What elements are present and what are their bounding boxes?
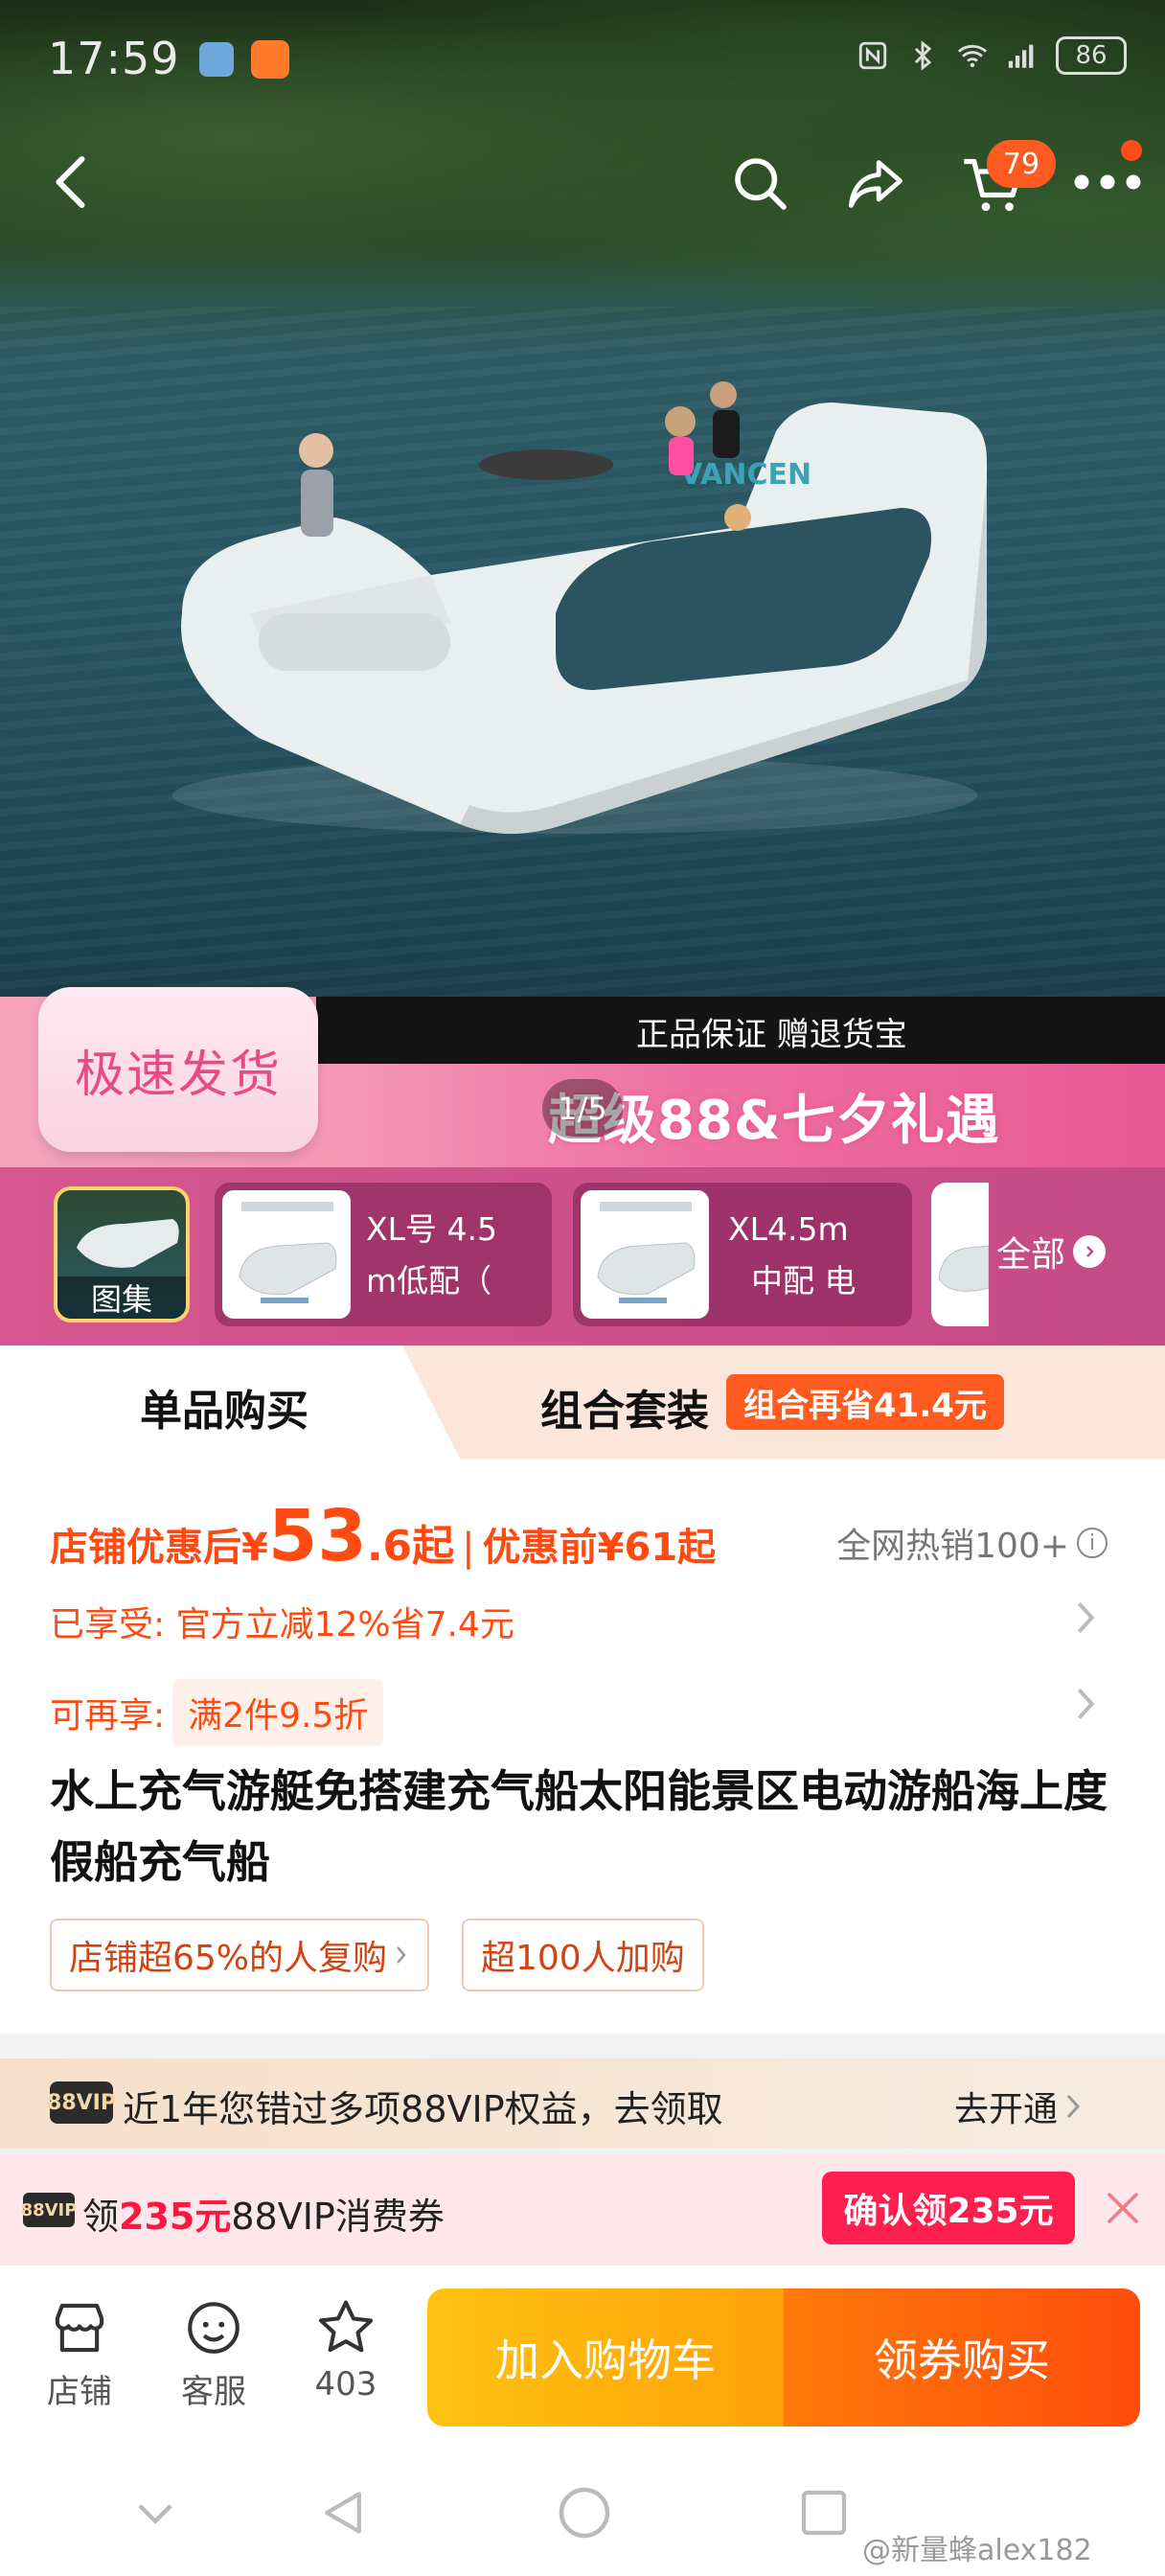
star-icon — [318, 2300, 374, 2353]
bluetooth-icon — [914, 40, 932, 71]
chat-app-icon — [251, 40, 289, 79]
repurchase-tag[interactable]: 店铺超65%的人复购 — [50, 1919, 430, 1991]
back-icon[interactable] — [48, 153, 96, 211]
variant-thumb-image — [581, 1190, 709, 1319]
view-all-label: 全部 — [996, 1235, 1066, 1275]
variant-thumb-xl-mid[interactable]: XL4.5m 中配 电 — [573, 1183, 912, 1326]
wifi-icon — [957, 44, 988, 68]
cart-count-badge: 79 — [987, 140, 1056, 188]
customer-service-icon — [188, 2302, 240, 2354]
notification-dot — [1121, 140, 1142, 161]
add-to-cart-button[interactable]: 加入购物车 — [427, 2288, 784, 2426]
product-image-carousel[interactable]: VANCEN 17:59 86 79 — [0, 0, 1165, 1001]
variant-thumb-partial[interactable] — [931, 1183, 989, 1326]
extra-discount-label: 可再享: — [50, 1696, 166, 1736]
more-icon[interactable] — [1073, 163, 1142, 201]
guarantee-text: 正品保证 赠退货宝 — [636, 1016, 907, 1054]
view-all-variants[interactable]: 全部 — [996, 1227, 1107, 1276]
variant-thumb-label: XL4.5m 中配 电 — [728, 1210, 857, 1300]
vip-open-label: 去开通 — [954, 2090, 1059, 2129]
chevron-right-icon — [1066, 2094, 1081, 2119]
gallery-thumbnail[interactable]: 图集 — [54, 1186, 190, 1322]
fast-delivery-card: 极速发货 — [38, 987, 318, 1152]
nav-home-icon[interactable] — [556, 2484, 613, 2542]
favorite-count: 403 — [314, 2365, 377, 2404]
nav-back-icon[interactable] — [316, 2484, 370, 2542]
battery-indicator: 86 — [1056, 36, 1127, 75]
brand-logo-text: VANCEN — [680, 458, 811, 492]
vip-open-link[interactable]: 去开通 — [954, 2082, 1083, 2131]
product-title: 水上充气游艇免搭建充气船太阳能景区电动游船海上度假船充气船 — [50, 1765, 1108, 1888]
price-prefix: 店铺优惠后 — [50, 1526, 241, 1570]
signal-icon — [1008, 44, 1034, 68]
price-separator: | — [462, 1526, 475, 1570]
image-counter: 1/5 — [542, 1079, 623, 1138]
combo-savings-badge: 组合再省41.4元 — [726, 1374, 1004, 1430]
share-icon[interactable] — [843, 153, 908, 215]
variant-thumb-image — [938, 1245, 989, 1292]
chevron-right-icon — [397, 1946, 406, 1964]
nfc-icon — [858, 41, 887, 70]
status-indicators: 86 — [857, 36, 1127, 75]
status-time: 17:59 — [48, 33, 180, 84]
search-icon[interactable] — [730, 153, 791, 215]
shop-button[interactable]: 店铺 — [27, 2296, 132, 2412]
close-icon[interactable] — [1104, 2189, 1142, 2227]
add-cart-count-tag: 超100人加购 — [462, 1919, 704, 1991]
tab-combo-label[interactable]: 组合套装 — [540, 1376, 709, 1438]
message-app-icon — [199, 42, 234, 77]
coupon-buy-button[interactable]: 领券购买 — [784, 2288, 1140, 2426]
chevron-right-icon[interactable] — [1071, 1685, 1100, 1723]
info-icon: i — [1077, 1528, 1108, 1558]
shop-icon — [55, 2303, 104, 2353]
vip-badge-small: 88VIP — [21, 2193, 77, 2227]
variant-thumb-xl-low[interactable]: XL号 4.5 m低配（ — [215, 1183, 552, 1326]
add-cart-count-label: 超100人加购 — [481, 1939, 685, 1978]
status-bar: 17:59 86 — [0, 0, 1165, 115]
vip-benefit-text: 近1年您错过多项88VIP权益，去领取 — [123, 2088, 723, 2130]
price-integer: 53 — [267, 1495, 367, 1577]
variant-thumb-label: XL号 4.5 m低配（ — [366, 1210, 497, 1300]
variant-thumb-image — [222, 1190, 351, 1319]
price-decimal: .6起 — [366, 1522, 455, 1571]
hot-sales-text: 全网热销100+ — [836, 1527, 1069, 1566]
chevron-right-icon — [1073, 1235, 1107, 1268]
tab-single-purchase-label[interactable]: 单品购买 — [140, 1376, 308, 1438]
gallery-label: 图集 — [57, 1276, 186, 1319]
favorite-button[interactable]: 403 — [293, 2296, 399, 2404]
gallery-thumbnail-image — [77, 1219, 179, 1268]
hot-sales-info[interactable]: 全网热销100+ i — [836, 1518, 1108, 1568]
shop-label: 店铺 — [47, 2373, 112, 2411]
customer-service-label: 客服 — [181, 2373, 246, 2411]
nav-recent-apps-icon[interactable] — [797, 2486, 851, 2540]
repurchase-tag-label: 店铺超65%的人复购 — [69, 1939, 388, 1978]
product-image-inflatable-boat: VANCEN — [172, 381, 987, 834]
price-row: 店铺优惠后 ¥ 53 .6起 | 优惠前¥61起 — [50, 1495, 716, 1577]
chevron-right-icon[interactable] — [1071, 1598, 1100, 1637]
currency-symbol: ¥ — [241, 1526, 268, 1570]
hide-keyboard-icon[interactable] — [134, 2492, 176, 2534]
extra-discount[interactable]: 可再享: 满2件9.5折 — [50, 1679, 384, 1746]
original-price: 优惠前¥61起 — [482, 1526, 717, 1570]
extra-discount-chip: 满2件9.5折 — [172, 1679, 384, 1746]
claim-coupon-button[interactable]: 确认领235元 — [822, 2172, 1075, 2244]
vip-coupon-text: 领235元88VIP消费券 — [82, 2196, 445, 2238]
customer-service-button[interactable]: 客服 — [161, 2296, 266, 2412]
watermark: @新量蜂alex182 — [862, 2534, 1092, 2567]
vip-coupon-amount: 235元 — [119, 2196, 232, 2238]
enjoyed-discount[interactable]: 已享受: 官方立减12%省7.4元 — [50, 1597, 514, 1646]
vip-badge: 88VIP — [47, 2082, 116, 2124]
